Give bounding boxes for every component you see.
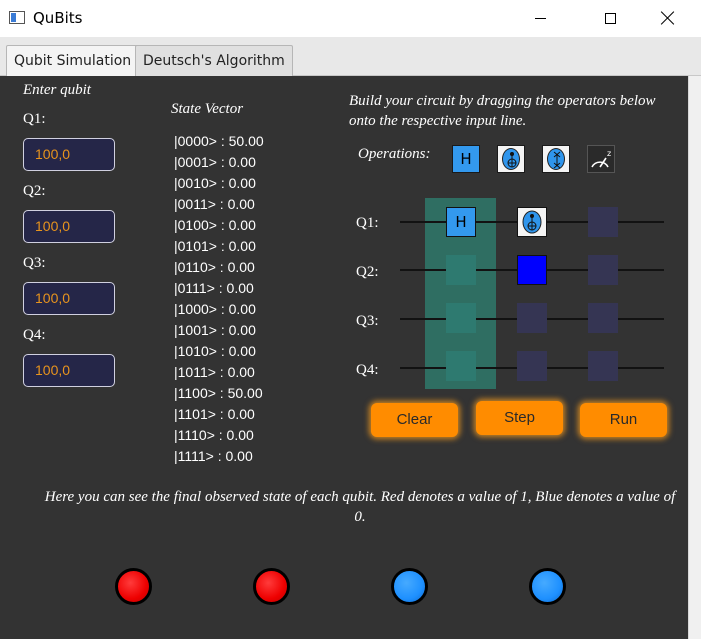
q3-input[interactable]: 100,0 bbox=[23, 282, 115, 315]
enter-qubit-heading: Enter qubit bbox=[23, 82, 91, 98]
tab-qubit-simulation[interactable]: Qubit Simulation bbox=[6, 45, 140, 77]
state-vector-row: |1011> : 0.00 bbox=[174, 364, 255, 380]
q4-input-label: Q4: bbox=[23, 327, 46, 343]
circuit-slot-q2-c2-target[interactable] bbox=[517, 255, 547, 285]
circuit-slot-q2-c3[interactable] bbox=[588, 255, 618, 285]
q1-input[interactable]: 100,0 bbox=[23, 138, 115, 171]
maximize-button[interactable] bbox=[587, 0, 633, 36]
circuit-instructions: Build your circuit by dragging the opera… bbox=[349, 93, 656, 129]
line-label-q4: Q4: bbox=[356, 362, 379, 378]
measurement-meter-icon[interactable]: z bbox=[587, 145, 615, 173]
app-icon bbox=[9, 11, 25, 24]
window-title: QuBits bbox=[33, 9, 83, 27]
operations-label: Operations: bbox=[358, 146, 431, 162]
circuit-slot-q4-c1[interactable] bbox=[446, 351, 476, 381]
q2-input[interactable]: 100,0 bbox=[23, 210, 115, 243]
state-vector-row: |0110> : 0.00 bbox=[174, 259, 255, 275]
state-vector-row: |1010> : 0.00 bbox=[174, 343, 256, 359]
state-vector-list: |0000> : 50.00 |0001> : 0.00 |0010> : 0.… bbox=[174, 131, 284, 467]
circuit-slot-q1-c2-control[interactable] bbox=[517, 207, 547, 237]
state-vector-row: |1000> : 0.00 bbox=[174, 301, 256, 317]
minimize-icon bbox=[534, 17, 546, 19]
window-edge bbox=[688, 76, 701, 639]
swap-icon[interactable] bbox=[542, 145, 570, 173]
circuit-slot-q2-c1[interactable] bbox=[446, 255, 476, 285]
line-label-q3: Q3: bbox=[356, 313, 379, 329]
q3-result-indicator bbox=[391, 568, 428, 605]
q4-input[interactable]: 100,0 bbox=[23, 354, 115, 387]
close-button[interactable] bbox=[645, 0, 691, 36]
svg-text:z: z bbox=[607, 149, 611, 158]
q1-result-indicator bbox=[115, 568, 152, 605]
q2-result-indicator bbox=[253, 568, 290, 605]
state-vector-row: |1101> : 0.00 bbox=[174, 406, 255, 422]
circuit-slot-q4-c2[interactable] bbox=[517, 351, 547, 381]
q2-input-label: Q2: bbox=[23, 183, 46, 199]
state-vector-row: |1100> : 50.00 bbox=[174, 385, 263, 401]
step-button[interactable]: Step bbox=[476, 401, 563, 435]
state-vector-row: |0101> : 0.00 bbox=[174, 238, 256, 254]
q1-input-label: Q1: bbox=[23, 111, 46, 127]
tab-strip: Qubit Simulation Deutsch's Algorithm bbox=[0, 37, 701, 77]
run-button[interactable]: Run bbox=[580, 403, 667, 437]
state-vector-row: |1110> : 0.00 bbox=[174, 427, 254, 443]
results-description: Here you can see the final observed stat… bbox=[44, 489, 676, 525]
title-bar: QuBits bbox=[0, 0, 701, 37]
state-vector-row: |0010> : 0.00 bbox=[174, 175, 256, 191]
minimize-button[interactable] bbox=[517, 0, 563, 36]
q4-result-indicator bbox=[529, 568, 566, 605]
q3-input-label: Q3: bbox=[23, 255, 46, 271]
state-vector-row: |0011> : 0.00 bbox=[174, 196, 255, 212]
circuit-slot-q1-c3[interactable] bbox=[588, 207, 618, 237]
state-vector-row: |0000> : 50.00 bbox=[174, 133, 264, 149]
state-vector-row: |0111> : 0.00 bbox=[174, 280, 254, 296]
line-label-q2: Q2: bbox=[356, 264, 379, 280]
control-dot-icon[interactable] bbox=[497, 145, 525, 173]
circuit-slot-q1-c1-hadamard[interactable]: H bbox=[446, 207, 476, 237]
circuit-slot-q3-c2[interactable] bbox=[517, 303, 547, 333]
state-vector-row: |1111> : 0.00 bbox=[174, 448, 253, 464]
state-vector-row: |0001> : 0.00 bbox=[174, 154, 256, 170]
clear-button[interactable]: Clear bbox=[371, 403, 458, 437]
state-vector-heading: State Vector bbox=[171, 101, 244, 117]
circuit-slot-q3-c1[interactable] bbox=[446, 303, 476, 333]
hadamard-gate-icon[interactable]: H bbox=[452, 145, 480, 173]
state-vector-row: |0100> : 0.00 bbox=[174, 217, 256, 233]
tab-deutschs-algorithm[interactable]: Deutsch's Algorithm bbox=[135, 45, 293, 76]
line-label-q1: Q1: bbox=[356, 215, 379, 231]
state-vector-row: |1001> : 0.00 bbox=[174, 322, 256, 338]
control-dot-icon bbox=[522, 210, 542, 234]
close-icon bbox=[661, 11, 675, 25]
circuit-slot-q3-c3[interactable] bbox=[588, 303, 618, 333]
maximize-icon bbox=[604, 12, 616, 24]
circuit-slot-q4-c3[interactable] bbox=[588, 351, 618, 381]
